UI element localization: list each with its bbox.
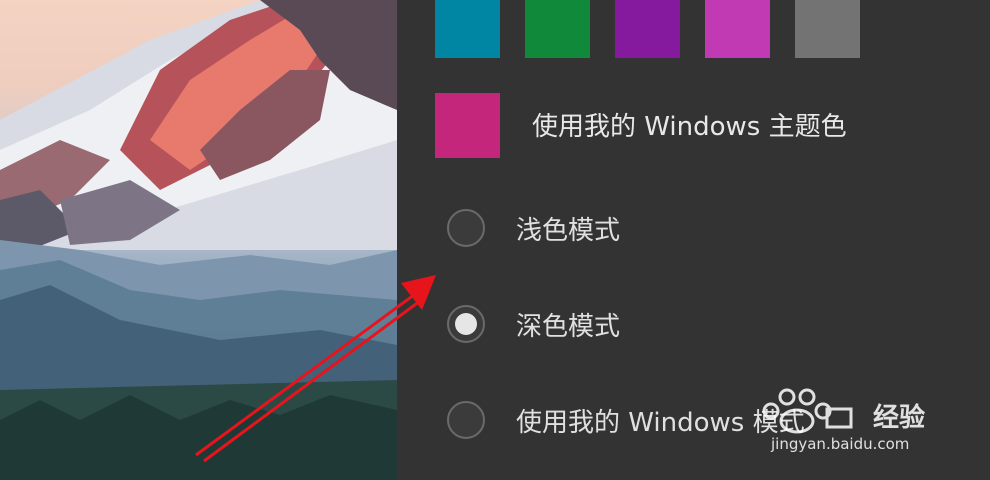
windows-accent-color-swatch[interactable] bbox=[435, 93, 500, 158]
radio-selected-dot bbox=[455, 313, 477, 335]
windows-mode-radio[interactable] bbox=[447, 401, 485, 439]
color-swatch-teal[interactable] bbox=[435, 0, 500, 58]
color-swatch-magenta[interactable] bbox=[705, 0, 770, 58]
light-mode-label[interactable]: 浅色模式 bbox=[516, 210, 620, 247]
paw-icon bbox=[762, 388, 853, 434]
light-mode-radio[interactable] bbox=[447, 209, 485, 247]
background-landscape-image bbox=[0, 0, 397, 480]
watermark-brand-text: 经验 bbox=[873, 403, 926, 433]
color-swatch-gray[interactable] bbox=[795, 0, 860, 58]
dark-mode-label[interactable]: 深色模式 bbox=[516, 306, 620, 343]
color-swatch-purple[interactable] bbox=[615, 0, 680, 58]
baidu-jingyan-watermark: 经验 jingyan.baidu.com bbox=[757, 385, 957, 465]
color-swatch-green[interactable] bbox=[525, 0, 590, 58]
watermark-url-text: jingyan.baidu.com bbox=[771, 435, 910, 453]
dark-mode-radio[interactable] bbox=[447, 305, 485, 343]
use-windows-accent-label[interactable]: 使用我的 Windows 主题色 bbox=[532, 106, 847, 143]
